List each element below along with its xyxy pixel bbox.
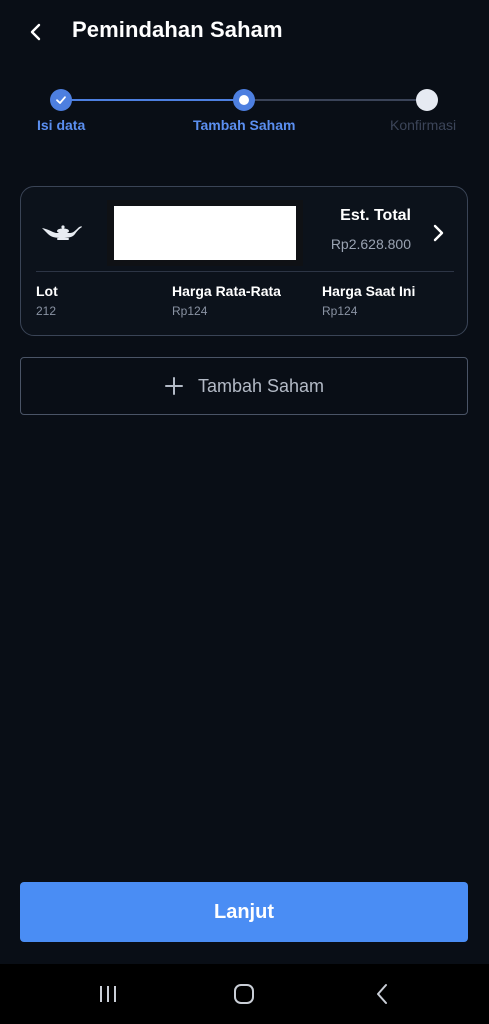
step-2-label: Tambah Saham [193,117,296,133]
recent-apps-button[interactable] [93,981,123,1007]
step-1-label: Isi data [37,117,86,133]
redaction-box [114,206,296,260]
step-1-dot [50,89,72,111]
check-icon [56,96,66,104]
lot-label: Lot [36,283,58,299]
redacted-stock-name [107,200,303,266]
stock-card-header[interactable]: Est. Total Rp2.628.800 [21,187,467,271]
avg-price-value: Rp124 [172,304,208,318]
est-total-value: Rp2.628.800 [330,236,411,252]
lot-value: 212 [36,304,57,318]
continue-label: Lanjut [214,900,274,923]
lot-info: Lot 212 [36,283,58,318]
step-connector-completed [62,99,244,101]
avg-price-info: Harga Rata-Rata Rp124 [172,283,281,318]
active-step-indicator [239,95,249,105]
genie-lamp-icon [42,225,82,240]
back-arrow-icon [377,984,387,1004]
progress-stepper: Isi data Tambah Saham Konfirmasi [0,84,489,144]
add-stock-label: Tambah Saham [197,375,325,396]
system-back-button[interactable] [367,981,397,1007]
system-nav-bar [0,964,489,1024]
chevron-left-icon [30,23,41,41]
add-stock-button[interactable]: Tambah Saham [20,357,468,415]
step-3-dot [416,89,438,111]
continue-button[interactable]: Lanjut [20,882,468,942]
avg-price-label: Harga Rata-Rata [172,283,281,299]
screen: Pemindahan Saham Isi data Tambah Saham K… [0,0,489,1024]
step-2-dot [233,89,255,111]
home-icon [234,984,254,1004]
current-price-value: Rp124 [322,304,358,318]
step-connector-upcoming [244,99,427,101]
current-price-info: Harga Saat Ini Rp124 [322,283,415,318]
step-3-label: Konfirmasi [390,117,457,133]
stock-card: Est. Total Rp2.628.800 Lot 212 Harga Rat… [20,186,468,336]
home-button[interactable] [229,981,259,1007]
card-divider [36,271,454,272]
page-title: Pemindahan Saham [72,17,283,42]
plus-icon [164,377,183,395]
app-header: Pemindahan Saham [0,0,489,64]
chevron-right-icon [433,224,444,242]
current-price-label: Harga Saat Ini [322,283,416,299]
recent-apps-icon [100,986,116,1002]
est-total-label: Est. Total [340,207,411,224]
back-button[interactable] [22,18,50,46]
